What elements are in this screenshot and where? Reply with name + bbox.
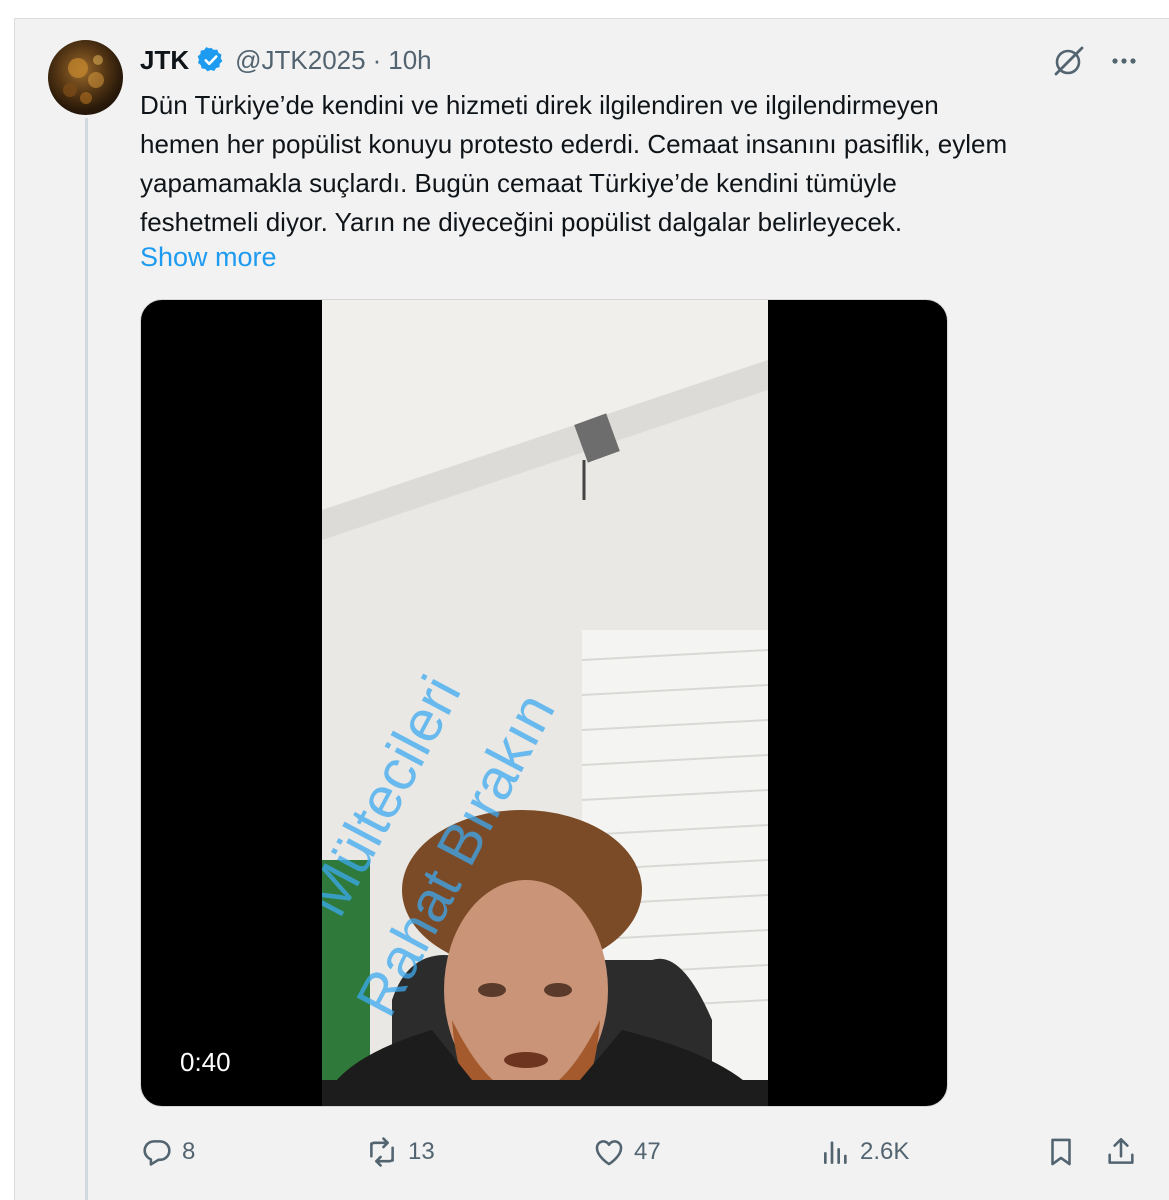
share-icon <box>1108 1137 1134 1164</box>
views-icon <box>824 1141 847 1164</box>
author-name[interactable]: JTK <box>140 45 189 76</box>
verified-badge-icon <box>197 46 225 74</box>
share-button[interactable] <box>1104 1128 1138 1176</box>
tweet-header: JTK @JTK2025 · 10h <box>140 42 432 78</box>
views-button[interactable]: 2.6K <box>820 1128 909 1176</box>
grok-icon[interactable] <box>1052 44 1086 83</box>
like-icon <box>595 1140 623 1166</box>
tweet-top-actions <box>1052 44 1140 83</box>
tweet-actions: 8 13 47 2.6K <box>140 1128 1140 1178</box>
bookmark-button[interactable] <box>1044 1128 1078 1176</box>
like-count: 47 <box>634 1138 661 1165</box>
tweet-text-line: feshetmeli diyor. Yarın ne diyeceğini po… <box>140 207 903 237</box>
video-thumbnail <box>322 300 768 1106</box>
tweet-time[interactable]: 10h <box>388 45 431 76</box>
repost-icon <box>370 1137 394 1167</box>
reply-button[interactable]: 8 <box>140 1128 195 1176</box>
reply-icon <box>143 1140 171 1166</box>
bookmark-icon <box>1051 1138 1071 1166</box>
tweet-text-line: Dün Türkiye’de kendini ve hizmeti direk … <box>140 90 939 120</box>
tweet-text: Dün Türkiye’de kendini ve hizmeti direk … <box>140 86 1150 242</box>
show-more-link[interactable]: Show more <box>140 239 277 275</box>
thread-line <box>85 118 88 1200</box>
separator-dot: · <box>372 44 382 75</box>
like-button[interactable]: 47 <box>592 1128 661 1176</box>
reply-count: 8 <box>182 1138 196 1165</box>
view-count: 2.6K <box>860 1138 910 1165</box>
repost-button[interactable]: 13 <box>364 1128 435 1176</box>
author-handle[interactable]: @JTK2025 <box>235 45 365 76</box>
tweet-text-line: hemen her popülist konuyu protesto ederd… <box>140 129 1008 159</box>
video-frame: Mültecileri Rahat Bırakın <box>322 300 768 1106</box>
avatar[interactable] <box>48 40 123 115</box>
tweet-text-line: yapamamakla suçlardı. Bugün cemaat Türki… <box>140 168 897 198</box>
video-player[interactable]: Mültecileri Rahat Bırakın <box>140 299 948 1107</box>
video-duration: 0:40 <box>180 1047 231 1077</box>
more-icon[interactable] <box>1108 45 1140 82</box>
video-lower-body <box>322 1080 768 1106</box>
repost-count: 13 <box>408 1138 435 1165</box>
